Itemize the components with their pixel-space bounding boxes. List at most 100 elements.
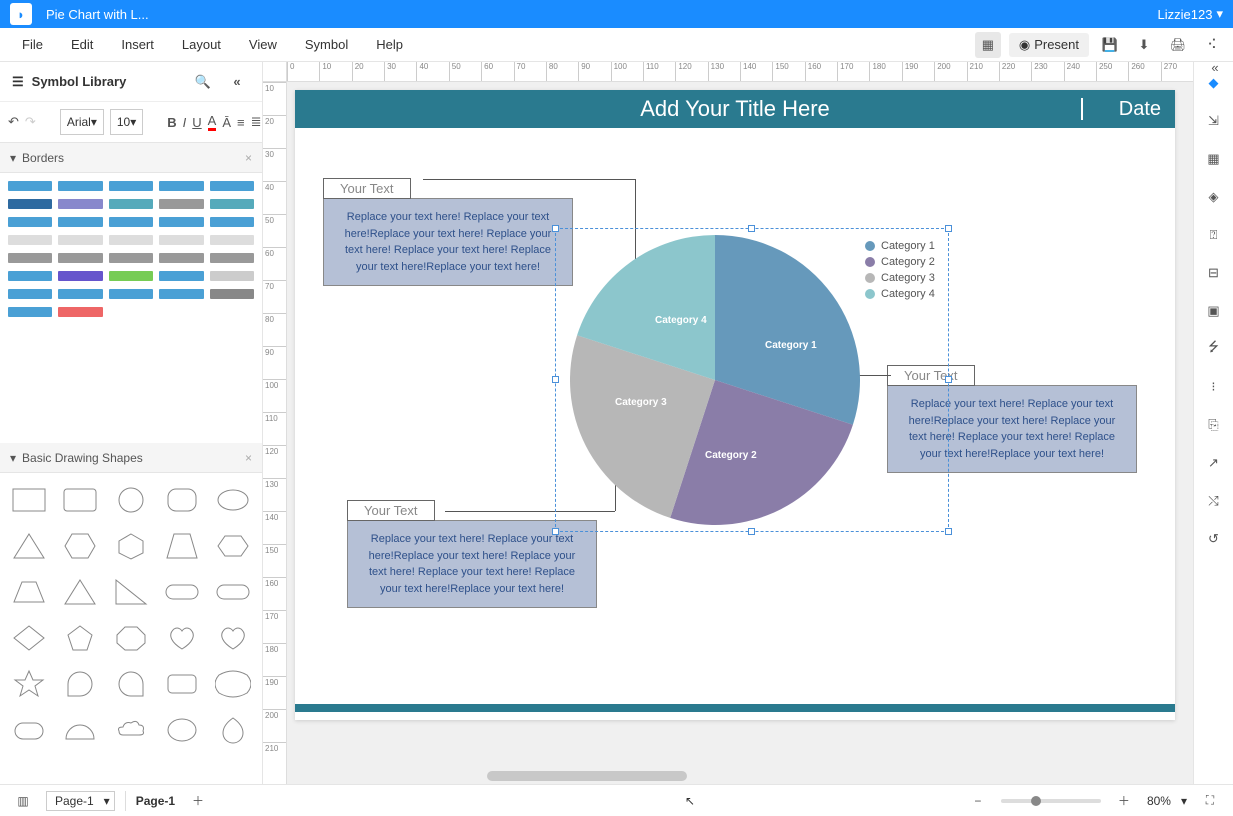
shape-item[interactable]: [59, 527, 102, 565]
shapes-section-header[interactable]: ▾Basic Drawing Shapes ×: [0, 443, 262, 473]
present-button[interactable]: ◉Present: [1009, 33, 1089, 57]
page[interactable]: Add Your Title Here Date Your Text Repla…: [295, 90, 1175, 720]
line-spacing-button[interactable]: ≣: [251, 109, 262, 135]
export-panel-icon[interactable]: ⇲: [1201, 108, 1227, 134]
border-swatch[interactable]: [210, 289, 254, 299]
shape-item[interactable]: [59, 573, 102, 611]
border-swatch[interactable]: [58, 199, 102, 209]
layers-panel-icon[interactable]: ◈: [1201, 184, 1227, 210]
shape-item[interactable]: [211, 711, 254, 749]
menu-insert[interactable]: Insert: [107, 31, 168, 58]
fullscreen-button[interactable]: ⛶: [1197, 788, 1223, 814]
search-icon[interactable]: 🔍: [190, 69, 216, 95]
annotation-label[interactable]: Your Text: [887, 365, 975, 386]
annotation-body[interactable]: Replace your text here! Replace your tex…: [323, 198, 573, 286]
border-swatch[interactable]: [109, 217, 153, 227]
comments-panel-icon[interactable]: ⍰: [1201, 222, 1227, 248]
annotation-body[interactable]: Replace your text here! Replace your tex…: [887, 385, 1137, 473]
shape-item[interactable]: [211, 665, 254, 703]
font-color-button[interactable]: A: [208, 109, 217, 135]
highlight-button[interactable]: Ā: [222, 109, 231, 135]
border-swatch[interactable]: [159, 199, 203, 209]
border-swatch[interactable]: [8, 253, 52, 263]
menu-view[interactable]: View: [235, 31, 291, 58]
shape-item[interactable]: [8, 665, 51, 703]
border-swatch[interactable]: [8, 307, 52, 317]
shape-item[interactable]: [211, 573, 254, 611]
border-swatch[interactable]: [58, 235, 102, 245]
border-swatch[interactable]: [109, 289, 153, 299]
annotation-right[interactable]: Your Text Replace your text here! Replac…: [887, 365, 1137, 473]
border-swatch[interactable]: [159, 307, 203, 317]
page-title-bar[interactable]: Add Your Title Here Date: [295, 90, 1175, 128]
shape-item[interactable]: [8, 711, 51, 749]
menu-file[interactable]: File: [8, 31, 57, 58]
shape-item[interactable]: [59, 619, 102, 657]
history-panel-icon[interactable]: ↺: [1201, 526, 1227, 552]
data-panel-icon[interactable]: ⊟: [1201, 260, 1227, 286]
border-swatch[interactable]: [109, 271, 153, 281]
annotation-label[interactable]: Your Text: [347, 500, 435, 521]
collapse-right-icon[interactable]: «: [1202, 62, 1228, 80]
border-swatch[interactable]: [109, 199, 153, 209]
border-swatch[interactable]: [58, 217, 102, 227]
add-page-button[interactable]: ＋: [185, 788, 211, 814]
chart-panel-icon[interactable]: ⭍: [1201, 336, 1227, 362]
shape-item[interactable]: [160, 573, 203, 611]
close-section-icon[interactable]: ×: [245, 151, 252, 165]
zoom-slider[interactable]: [1001, 799, 1101, 803]
font-size-select[interactable]: 10▾: [110, 109, 143, 135]
border-swatch[interactable]: [210, 181, 254, 191]
border-swatch[interactable]: [210, 217, 254, 227]
shape-item[interactable]: [110, 527, 153, 565]
shape-item[interactable]: [211, 619, 254, 657]
shape-item[interactable]: [160, 481, 203, 519]
border-swatch[interactable]: [109, 253, 153, 263]
border-swatch[interactable]: [159, 217, 203, 227]
border-swatch[interactable]: [159, 253, 203, 263]
shape-item[interactable]: [160, 711, 203, 749]
shape-item[interactable]: [59, 665, 102, 703]
border-swatch[interactable]: [8, 235, 52, 245]
shape-item[interactable]: [160, 619, 203, 657]
shape-item[interactable]: [8, 527, 51, 565]
shuffle-panel-icon[interactable]: ⤭: [1201, 488, 1227, 514]
save-icon[interactable]: 💾: [1097, 32, 1123, 58]
outline-view-icon[interactable]: ▥: [10, 788, 36, 814]
zoom-in-button[interactable]: ＋: [1111, 788, 1137, 814]
annotation-label[interactable]: Your Text: [323, 178, 411, 199]
redo-button[interactable]: ↷: [25, 109, 36, 135]
border-swatch[interactable]: [210, 235, 254, 245]
page-tab[interactable]: Page-1: [136, 794, 175, 808]
shape-item[interactable]: [110, 573, 153, 611]
collapse-left-icon[interactable]: «: [224, 69, 250, 95]
annotation-bottom-left[interactable]: Your Text Replace your text here! Replac…: [347, 500, 597, 608]
close-section-icon[interactable]: ×: [245, 451, 252, 465]
shape-item[interactable]: [110, 481, 153, 519]
underline-button[interactable]: U: [192, 109, 201, 135]
menu-symbol[interactable]: Symbol: [291, 31, 362, 58]
shape-item[interactable]: [8, 573, 51, 611]
shape-item[interactable]: [110, 619, 153, 657]
pie-chart[interactable]: [565, 230, 865, 533]
border-swatch[interactable]: [109, 307, 153, 317]
border-swatch[interactable]: [58, 289, 102, 299]
shape-item[interactable]: [8, 481, 51, 519]
border-swatch[interactable]: [210, 271, 254, 281]
share-icon[interactable]: ⠪: [1199, 32, 1225, 58]
border-swatch[interactable]: [210, 199, 254, 209]
border-swatch[interactable]: [109, 181, 153, 191]
border-swatch[interactable]: [58, 181, 102, 191]
bold-button[interactable]: B: [167, 109, 176, 135]
borders-section-header[interactable]: ▾Borders ×: [0, 143, 262, 173]
link-panel-icon[interactable]: ↗: [1201, 450, 1227, 476]
shape-item[interactable]: [8, 619, 51, 657]
grid-panel-icon[interactable]: ▦: [1201, 146, 1227, 172]
shape-item[interactable]: [160, 665, 203, 703]
image-panel-icon[interactable]: ▣: [1201, 298, 1227, 324]
print-icon[interactable]: 🖨: [1165, 32, 1191, 58]
menu-help[interactable]: Help: [362, 31, 417, 58]
menu-layout[interactable]: Layout: [168, 31, 235, 58]
border-swatch[interactable]: [8, 289, 52, 299]
undo-button[interactable]: ↶: [8, 109, 19, 135]
